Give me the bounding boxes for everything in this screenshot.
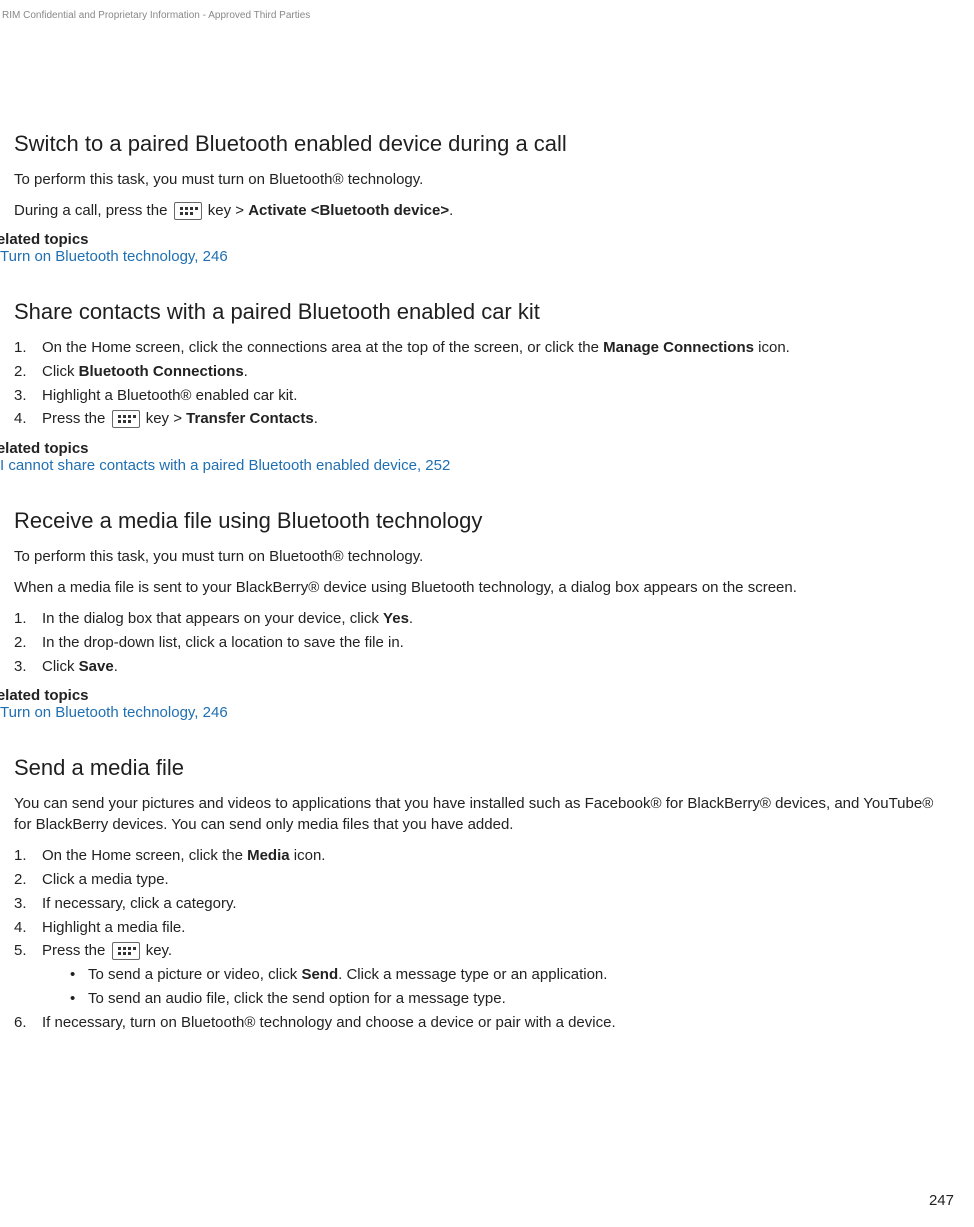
s4-step-1: On the Home screen, click the Media icon… xyxy=(14,845,946,867)
s3-steps: In the dialog box that appears on your d… xyxy=(14,608,946,677)
s3-step1-post: . xyxy=(409,610,413,627)
s4-step-2: Click a media type. xyxy=(14,869,946,891)
s4-intro: You can send your pictures and videos to… xyxy=(14,793,946,835)
s1-intro: To perform this task, you must turn on B… xyxy=(14,169,946,190)
s4-step5-pre: Press the xyxy=(42,942,110,959)
s2-step4-pre: Press the xyxy=(42,410,110,427)
s2-step4-post: . xyxy=(314,410,318,427)
heading-send-media: Send a media file xyxy=(14,755,946,781)
s2-step1-bold: Manage Connections xyxy=(603,339,754,356)
s1-line-pre: During a call, press the xyxy=(14,202,172,219)
page-number: 247 xyxy=(929,1192,954,1209)
s3-related-link[interactable]: Turn on Bluetooth technology, 246 xyxy=(0,704,228,721)
s4-step5-post: key. xyxy=(142,942,173,959)
s3-intro: To perform this task, you must turn on B… xyxy=(14,546,946,567)
s2-step-2: Click Bluetooth Connections. xyxy=(14,361,946,383)
s3-related-label: Related topics xyxy=(0,687,946,704)
header-confidential-note: RIM Confidential and Proprietary Informa… xyxy=(2,10,960,21)
s2-related-label: Related topics xyxy=(0,440,946,457)
s4-bullet-2: To send an audio file, click the send op… xyxy=(70,988,946,1010)
s1-instruction: During a call, press the key > Activate … xyxy=(14,200,946,221)
s4-bullet1-bold: Send xyxy=(301,966,338,983)
page-content: Switch to a paired Bluetooth enabled dev… xyxy=(0,131,960,1033)
s2-step-3: Highlight a Bluetooth® enabled car kit. xyxy=(14,385,946,407)
s3-step1-pre: In the dialog box that appears on your d… xyxy=(42,610,383,627)
s3-step-2: In the drop-down list, click a location … xyxy=(14,632,946,654)
s3-step1-bold: Yes xyxy=(383,610,409,627)
s3-intro2: When a media file is sent to your BlackB… xyxy=(14,577,946,598)
s4-step-6: If necessary, turn on Bluetooth® technol… xyxy=(14,1012,946,1034)
s2-step1-post: icon. xyxy=(754,339,790,356)
s2-step2-bold: Bluetooth Connections xyxy=(79,363,244,380)
s1-related-link[interactable]: Turn on Bluetooth technology, 246 xyxy=(0,248,228,265)
s4-steps: On the Home screen, click the Media icon… xyxy=(14,845,946,1033)
s4-bullet-1: To send a picture or video, click Send. … xyxy=(70,964,946,986)
s3-step-3: Click Save. xyxy=(14,656,946,678)
menu-key-icon xyxy=(112,942,140,960)
s2-steps: On the Home screen, click the connection… xyxy=(14,337,946,430)
s4-bullet1-pre: To send a picture or video, click xyxy=(88,966,301,983)
s1-line-end: . xyxy=(449,202,453,219)
s2-related-link[interactable]: I cannot share contacts with a paired Bl… xyxy=(0,457,450,474)
s2-step4-mid: key > xyxy=(142,410,187,427)
s4-step-4: Highlight a media file. xyxy=(14,917,946,939)
menu-key-icon xyxy=(174,202,202,220)
s2-step-4: Press the key > Transfer Contacts. xyxy=(14,408,946,430)
menu-key-icon xyxy=(112,410,140,428)
s2-step4-bold: Transfer Contacts xyxy=(186,410,314,427)
s2-step-1: On the Home screen, click the connection… xyxy=(14,337,946,359)
heading-switch-bluetooth: Switch to a paired Bluetooth enabled dev… xyxy=(14,131,946,157)
s4-step1-post: icon. xyxy=(290,847,326,864)
heading-share-contacts: Share contacts with a paired Bluetooth e… xyxy=(14,299,946,325)
s1-related-label: Related topics xyxy=(0,231,946,248)
s2-step1-pre: On the Home screen, click the connection… xyxy=(42,339,603,356)
s2-step2-pre: Click xyxy=(42,363,79,380)
s4-step1-bold: Media xyxy=(247,847,290,864)
s3-step3-post: . xyxy=(114,658,118,675)
s4-step5-bullets: To send a picture or video, click Send. … xyxy=(70,964,946,1010)
s1-line-mid: key > xyxy=(204,202,249,219)
s3-step3-pre: Click xyxy=(42,658,79,675)
s4-step-3: If necessary, click a category. xyxy=(14,893,946,915)
s3-step3-bold: Save xyxy=(79,658,114,675)
s4-step-5: Press the key. To send a picture or vide… xyxy=(14,940,946,1009)
s1-line-bold: Activate <Bluetooth device> xyxy=(248,202,449,219)
s2-step2-post: . xyxy=(244,363,248,380)
heading-receive-media: Receive a media file using Bluetooth tec… xyxy=(14,508,946,534)
s4-step1-pre: On the Home screen, click the xyxy=(42,847,247,864)
s3-step-1: In the dialog box that appears on your d… xyxy=(14,608,946,630)
s4-bullet1-post: . Click a message type or an application… xyxy=(338,966,607,983)
